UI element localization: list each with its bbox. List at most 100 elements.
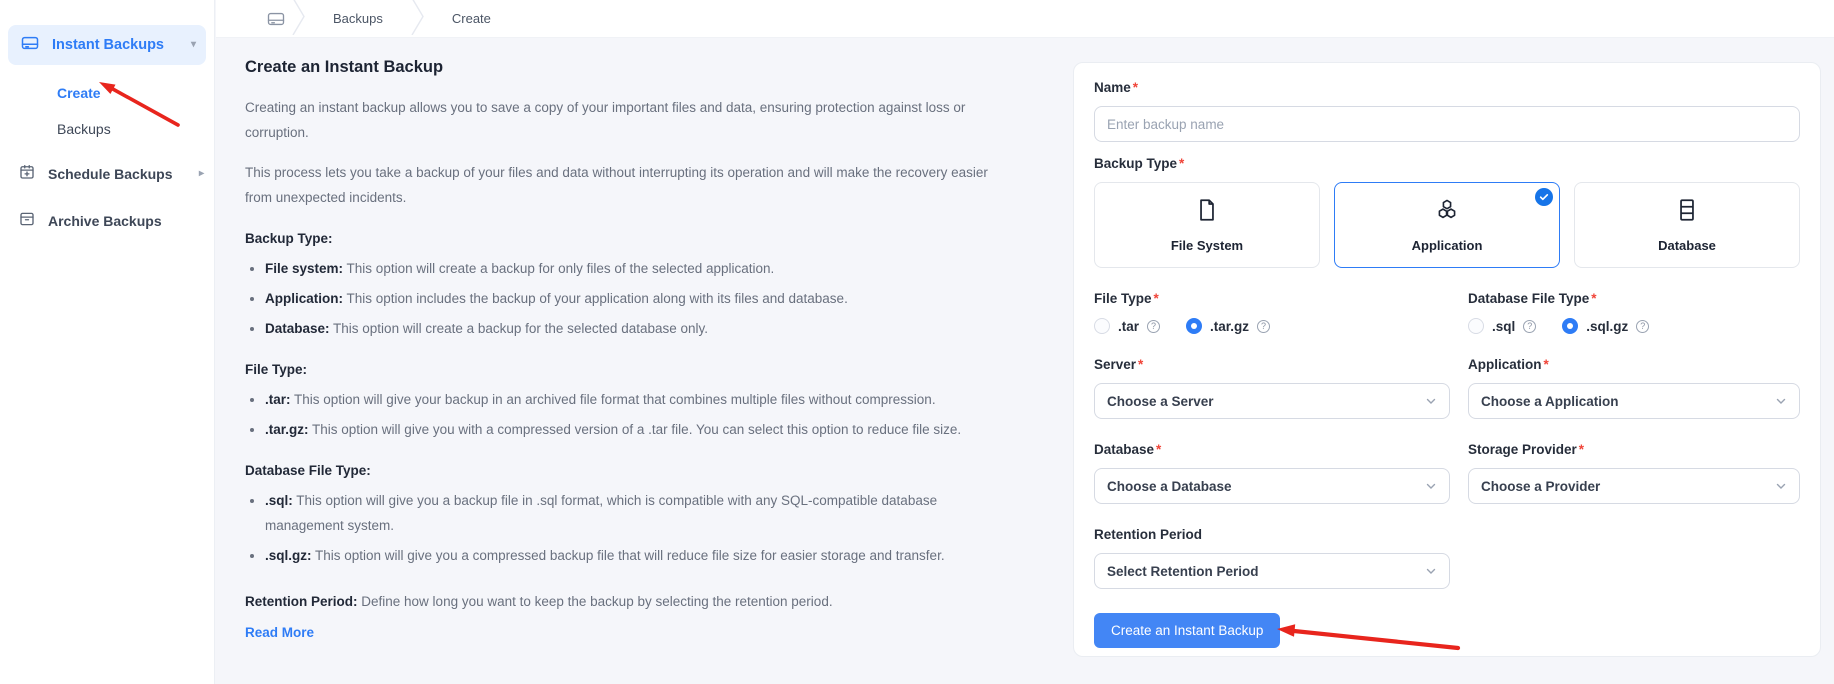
required-marker: * bbox=[1156, 442, 1162, 457]
required-marker: * bbox=[1591, 291, 1597, 306]
radio-option-sql[interactable]: .sql ? bbox=[1468, 318, 1537, 334]
sidebar-item-label: Archive Backups bbox=[48, 212, 162, 229]
storage-provider-label: Storage Provider * bbox=[1468, 442, 1585, 457]
sidebar-item-instant-backups[interactable]: Instant Backups ▾ bbox=[8, 25, 206, 65]
list-item: .tar.gz: This option will give you with … bbox=[265, 417, 1017, 442]
list-item: Database: This option will create a back… bbox=[265, 316, 1017, 341]
list-item: File system: This option will create a b… bbox=[265, 256, 1017, 281]
radio-option-sql-gz[interactable]: .sql.gz ? bbox=[1562, 318, 1650, 334]
breadcrumb: Backups Create bbox=[216, 0, 513, 37]
drive-icon bbox=[20, 33, 40, 57]
backup-type-label: Backup Type * bbox=[1094, 156, 1185, 171]
database-file-type-list: .sql: This option will give you a backup… bbox=[245, 488, 1017, 568]
drive-icon[interactable] bbox=[266, 9, 286, 29]
list-item: .tar: This option will give your backup … bbox=[265, 387, 1017, 412]
application-select[interactable]: Choose a Application bbox=[1468, 383, 1800, 419]
breadcrumb-bar: Backups Create bbox=[216, 0, 1834, 38]
breadcrumb-item-backups[interactable]: Backups bbox=[311, 11, 405, 26]
sidebar-item-schedule-backups[interactable]: Schedule Backups ▸ bbox=[18, 163, 204, 184]
radio-icon bbox=[1562, 318, 1579, 334]
retention-period-label: Retention Period bbox=[1094, 527, 1203, 542]
retention-row: Retention Period Select Retention Period bbox=[1094, 526, 1800, 589]
backup-type-options: File System Application Database bbox=[1094, 182, 1800, 268]
chevron-down-icon bbox=[1775, 395, 1787, 407]
chevron-down-icon bbox=[1425, 480, 1437, 492]
file-type-radios: .tar ? .tar.gz ? bbox=[1094, 318, 1450, 334]
list-item: .sql: This option will give you a backup… bbox=[265, 488, 1017, 538]
retention-note: Retention Period: Define how long you wa… bbox=[245, 594, 833, 609]
list-item: Application: This option includes the ba… bbox=[265, 286, 1017, 311]
required-marker: * bbox=[1578, 442, 1585, 457]
read-more-link[interactable]: Read More bbox=[245, 625, 314, 640]
radio-icon bbox=[1094, 318, 1110, 334]
intro-paragraph: This process lets you take a backup of y… bbox=[245, 165, 988, 205]
file-type-list: .tar: This option will give your backup … bbox=[245, 387, 1017, 442]
sidebar: Instant Backups ▾ Create Backups Schedul… bbox=[0, 0, 215, 684]
section-heading-backup-type: Backup Type: bbox=[245, 231, 333, 246]
application-label: Application * bbox=[1468, 357, 1549, 372]
radio-icon bbox=[1468, 318, 1484, 334]
chevron-down-icon bbox=[1775, 480, 1787, 492]
retention-period-select[interactable]: Select Retention Period bbox=[1094, 553, 1450, 589]
sidebar-item-archive-backups[interactable]: Archive Backups bbox=[18, 210, 204, 231]
app-window: Instant Backups ▾ Create Backups Schedul… bbox=[0, 0, 1834, 684]
server-select[interactable]: Choose a Server bbox=[1094, 383, 1450, 419]
backup-type-card-database[interactable]: Database bbox=[1574, 182, 1800, 268]
create-instant-backup-button[interactable]: Create an Instant Backup bbox=[1094, 613, 1281, 648]
storage-provider-select[interactable]: Choose a Provider bbox=[1468, 468, 1800, 504]
help-icon[interactable]: ? bbox=[1523, 319, 1537, 333]
sidebar-item-create[interactable]: Create bbox=[57, 85, 214, 101]
server-label: Server * bbox=[1094, 357, 1144, 372]
backup-type-card-label: File System bbox=[1170, 238, 1244, 253]
required-marker: * bbox=[1543, 357, 1549, 372]
help-icon[interactable]: ? bbox=[1636, 319, 1650, 333]
sidebar-item-label: Instant Backups bbox=[52, 37, 164, 53]
breadcrumb-item-create[interactable]: Create bbox=[430, 11, 513, 26]
help-icon[interactable]: ? bbox=[1257, 319, 1271, 333]
archive-icon bbox=[18, 210, 36, 231]
required-marker: * bbox=[1179, 156, 1185, 171]
backup-type-card-application[interactable]: Application bbox=[1334, 182, 1560, 268]
cubes-icon bbox=[1434, 197, 1460, 228]
file-icon bbox=[1194, 197, 1220, 228]
caret-right-icon: ▸ bbox=[198, 167, 204, 179]
radio-icon bbox=[1186, 318, 1203, 334]
database-icon bbox=[1674, 197, 1700, 228]
breadcrumb-separator bbox=[292, 0, 305, 40]
required-marker: * bbox=[1153, 291, 1159, 306]
sidebar-item-backups[interactable]: Backups bbox=[57, 121, 214, 137]
page-title: Create an Instant Backup bbox=[245, 58, 444, 76]
calendar-plus-icon bbox=[18, 163, 36, 184]
file-type-row: File Type * .tar ? .tar.gz ? Database Fil… bbox=[1094, 290, 1800, 334]
caret-down-icon: ▾ bbox=[190, 39, 196, 50]
breadcrumb-separator bbox=[411, 0, 424, 40]
section-heading-database-file-type: Database File Type: bbox=[245, 463, 371, 478]
backup-type-card-file-system[interactable]: File System bbox=[1094, 182, 1320, 268]
backup-name-input[interactable] bbox=[1094, 106, 1800, 142]
chevron-down-icon bbox=[1425, 395, 1437, 407]
file-type-label: File Type * bbox=[1094, 291, 1159, 306]
database-select[interactable]: Choose a Database bbox=[1094, 468, 1450, 504]
backup-type-card-label: Database bbox=[1658, 238, 1716, 253]
intro-paragraph: Creating an instant backup allows you to… bbox=[245, 100, 966, 140]
database-file-type-label: Database File Type * bbox=[1468, 291, 1597, 306]
server-application-row: Server * Choose a Server Application * Cho… bbox=[1094, 356, 1800, 419]
chevron-down-icon bbox=[1425, 565, 1437, 577]
section-heading-file-type: File Type: bbox=[245, 362, 308, 377]
backup-type-list: File system: This option will create a b… bbox=[245, 256, 1017, 341]
database-label: Database * bbox=[1094, 442, 1162, 457]
required-marker: * bbox=[1132, 80, 1139, 95]
database-storage-row: Database * Choose a Database Storage Prov… bbox=[1094, 441, 1800, 504]
help-icon[interactable]: ? bbox=[1147, 319, 1161, 333]
description-panel: Create an Instant Backup Creating an ins… bbox=[245, 58, 1017, 642]
radio-option-tar[interactable]: .tar ? bbox=[1094, 318, 1161, 334]
database-file-type-radios: .sql ? .sql.gz ? bbox=[1468, 318, 1800, 334]
backup-type-card-label: Application bbox=[1411, 238, 1483, 253]
sidebar-item-label: Schedule Backups bbox=[48, 165, 173, 182]
create-backup-form: Name* Backup Type* File System Applicati… bbox=[1073, 62, 1821, 657]
required-marker: * bbox=[1138, 357, 1144, 372]
radio-option-tar-gz[interactable]: .tar.gz ? bbox=[1186, 318, 1271, 334]
selected-check-icon bbox=[1535, 188, 1553, 206]
name-label: Name * bbox=[1094, 80, 1139, 95]
list-item: .sql.gz: This option will give you a com… bbox=[265, 543, 1017, 568]
